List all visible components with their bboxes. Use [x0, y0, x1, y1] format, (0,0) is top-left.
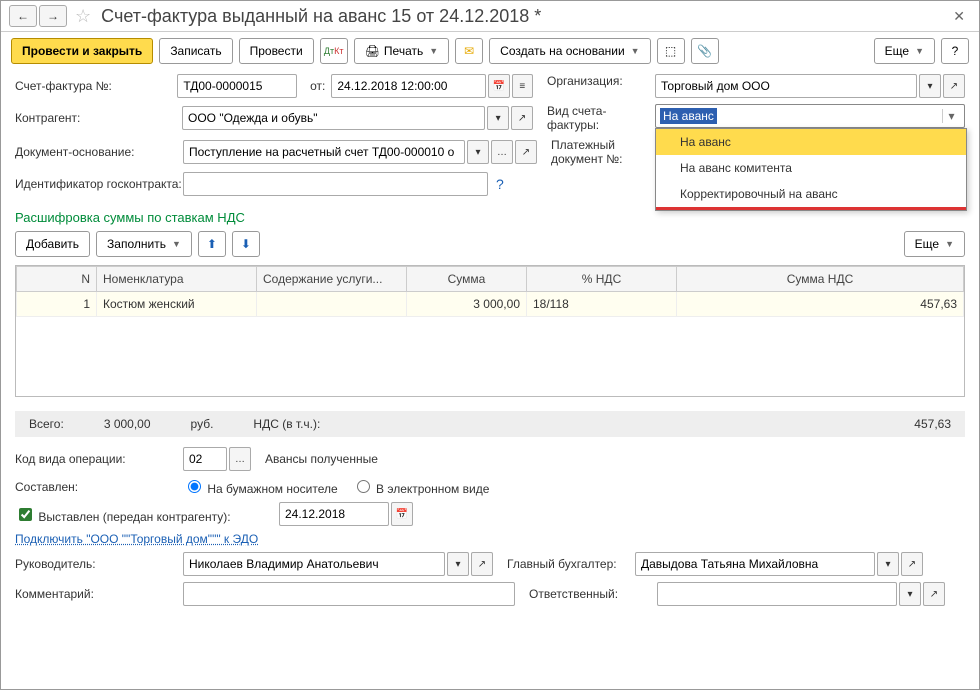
dt-kt-button[interactable]: ДтКт: [320, 38, 348, 64]
from-label: от:: [297, 79, 331, 93]
director-select-button[interactable]: ▾: [447, 552, 469, 576]
radio-paper[interactable]: На бумажном носителе: [183, 477, 338, 496]
op-code-text: Авансы полученные: [265, 452, 378, 466]
help-icon[interactable]: ?: [496, 176, 504, 192]
col-vat-sum[interactable]: Сумма НДС: [677, 267, 964, 292]
contract-id-input[interactable]: [183, 172, 488, 196]
save-button[interactable]: Записать: [159, 38, 232, 64]
contract-id-label: Идентификатор госконтракта:: [15, 177, 183, 191]
paperclip-icon: 📎: [697, 44, 712, 58]
responsible-open-button[interactable]: ↗: [923, 582, 945, 606]
table-row: 1 Костюм женский 3 000,00 18/118 457,63: [17, 292, 964, 317]
pay-doc-label: Платежный документ №:: [551, 138, 659, 166]
accountant-select-button[interactable]: ▾: [877, 552, 899, 576]
issued-checkbox[interactable]: Выставлен (передан контрагенту):: [15, 505, 279, 524]
invoice-no-label: Счет-фактура №:: [15, 79, 177, 93]
responsible-label: Ответственный:: [529, 587, 657, 601]
basis-label: Документ-основание:: [15, 145, 183, 159]
chevron-down-icon: ▾: [942, 109, 960, 123]
add-row-button[interactable]: Добавить: [15, 231, 90, 257]
org-select-button[interactable]: ▾: [919, 74, 941, 98]
favorite-star-icon[interactable]: ☆: [75, 6, 91, 27]
items-table[interactable]: N Номенклатура Содержание услуги... Сумм…: [15, 265, 965, 397]
dropdown-option[interactable]: Корректировочный на аванс: [656, 181, 966, 207]
post-button[interactable]: Провести: [239, 38, 314, 64]
org-input[interactable]: [655, 74, 917, 98]
basis-open-button[interactable]: ↗: [515, 140, 537, 164]
help-button[interactable]: ?: [941, 38, 969, 64]
envelope-icon: ✉: [464, 44, 474, 58]
responsible-input[interactable]: [657, 582, 897, 606]
email-button[interactable]: ✉: [455, 38, 483, 64]
create-based-on-button[interactable]: Создать на основании▼: [489, 38, 650, 64]
nav-back-button[interactable]: ←: [9, 5, 37, 27]
issued-calendar-button[interactable]: 📅: [391, 502, 413, 526]
date-input[interactable]: [331, 74, 486, 98]
op-code-input[interactable]: [183, 447, 227, 471]
col-service[interactable]: Содержание услуги...: [257, 267, 407, 292]
invoice-kind-value: На аванс: [660, 108, 717, 124]
calendar-button[interactable]: 📅: [488, 74, 509, 98]
comment-input[interactable]: [183, 582, 515, 606]
table-more-button[interactable]: Еще▼: [904, 231, 965, 257]
attach-button[interactable]: 📎: [691, 38, 719, 64]
move-up-button[interactable]: ⬆: [198, 231, 226, 257]
structure-icon: ⬚: [665, 44, 676, 58]
counterparty-select-button[interactable]: ▾: [487, 106, 509, 130]
invoice-kind-dropdown[interactable]: На аванс ▾: [655, 104, 965, 128]
totals-bar: Всего: 3 000,00 руб. НДС (в т.ч.): 457,6…: [15, 411, 965, 437]
move-down-button[interactable]: ⬇: [232, 231, 260, 257]
composed-label: Составлен:: [15, 480, 183, 494]
window-title: Счет-фактура выданный на аванс 15 от 24.…: [101, 6, 947, 27]
printer-icon: 🖨: [365, 44, 380, 58]
org-label: Организация:: [547, 74, 655, 88]
dropdown-option[interactable]: На аванс комитента: [656, 155, 966, 181]
director-open-button[interactable]: ↗: [471, 552, 493, 576]
counterparty-open-button[interactable]: ↗: [511, 106, 533, 130]
invoice-kind-dropdown-list: На аванс На аванс комитента Корректирово…: [655, 128, 967, 211]
col-sum[interactable]: Сумма: [407, 267, 527, 292]
director-input[interactable]: [183, 552, 445, 576]
dropdown-separator: [656, 207, 966, 210]
accountant-input[interactable]: [635, 552, 875, 576]
nav-forward-button[interactable]: →: [39, 5, 67, 27]
more-button[interactable]: Еще▼: [874, 38, 935, 64]
fill-button[interactable]: Заполнить▼: [96, 231, 192, 257]
col-nomen[interactable]: Номенклатура: [97, 267, 257, 292]
arrow-down-icon: ⬇: [241, 237, 251, 251]
basis-select-button[interactable]: ▾: [467, 140, 489, 164]
org-open-button[interactable]: ↗: [943, 74, 965, 98]
col-vat-pct[interactable]: % НДС: [527, 267, 677, 292]
invoice-kind-label: Вид счета-фактуры:: [547, 104, 655, 132]
comment-label: Комментарий:: [15, 587, 183, 601]
accountant-label: Главный бухгалтер:: [507, 557, 635, 571]
post-and-close-button[interactable]: Провести и закрыть: [11, 38, 153, 64]
counterparty-label: Контрагент:: [15, 111, 182, 125]
print-button[interactable]: 🖨Печать▼: [354, 38, 449, 64]
structure-button[interactable]: ⬚: [657, 38, 685, 64]
dropdown-option[interactable]: На аванс: [656, 129, 966, 155]
arrow-up-icon: ⬆: [207, 237, 217, 251]
op-code-label: Код вида операции:: [15, 452, 183, 466]
date-extra-button[interactable]: ≡: [512, 74, 533, 98]
responsible-select-button[interactable]: ▾: [899, 582, 921, 606]
issued-date-input[interactable]: [279, 502, 389, 526]
close-icon[interactable]: ✕: [947, 6, 971, 27]
invoice-no-input[interactable]: [177, 74, 297, 98]
director-label: Руководитель:: [15, 557, 183, 571]
edo-link[interactable]: Подключить "ООО ""Торговый дом""" к ЭДО: [15, 532, 258, 546]
op-code-select-button[interactable]: …: [229, 447, 251, 471]
basis-list-button[interactable]: …: [491, 140, 513, 164]
counterparty-input[interactable]: [182, 106, 485, 130]
radio-electronic[interactable]: В электронном виде: [352, 477, 490, 496]
accountant-open-button[interactable]: ↗: [901, 552, 923, 576]
col-n[interactable]: N: [17, 267, 97, 292]
basis-input[interactable]: [183, 140, 465, 164]
